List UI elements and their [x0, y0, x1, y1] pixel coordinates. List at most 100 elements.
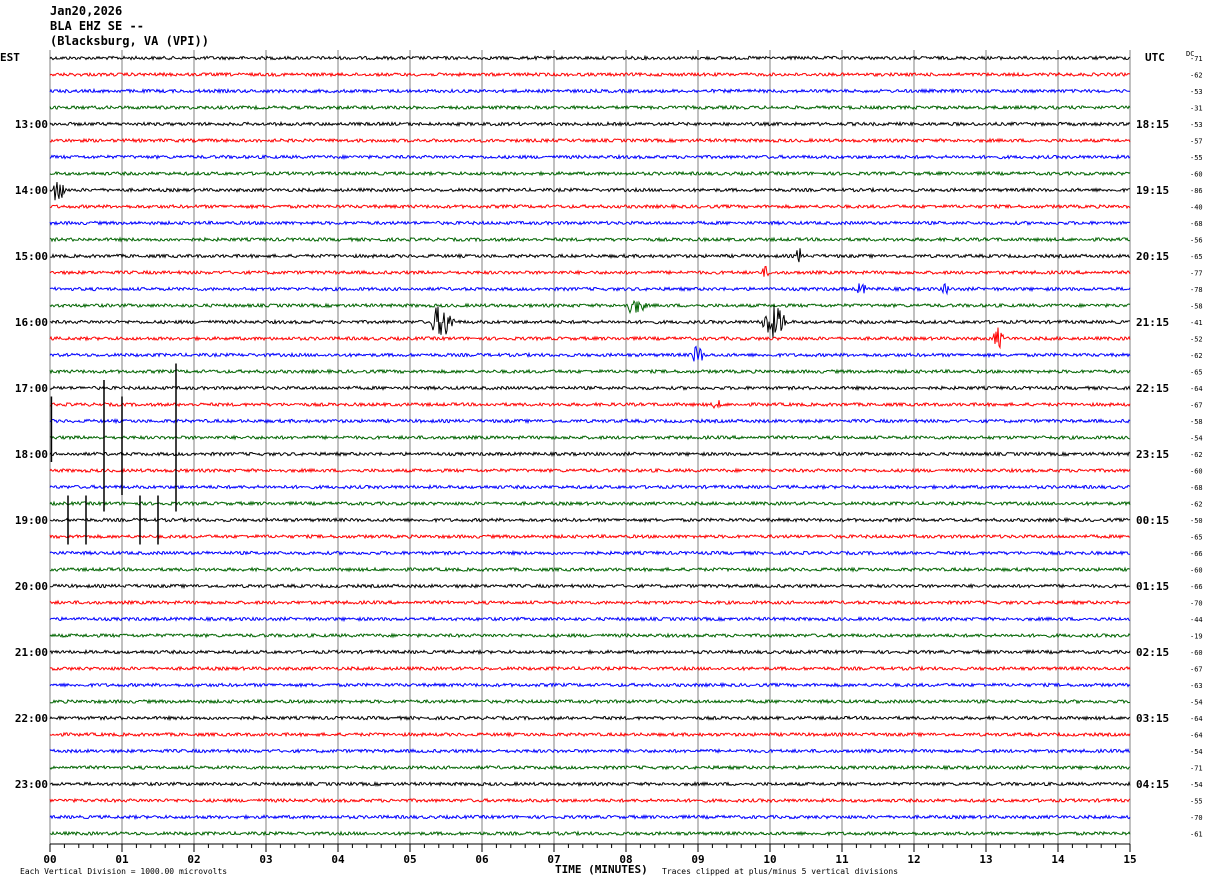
trace-row: [49, 236, 1131, 243]
dc-offset: -61: [1190, 831, 1203, 839]
dc-offset: -63: [1190, 682, 1203, 690]
seismogram-svg: 00 01 02 03 04 05 06 07 08 09 10 11 12 13 14 15-71-62-5…: [0, 50, 1203, 876]
dc-offset: -67: [1190, 666, 1203, 674]
est-time-label: 15:00: [15, 250, 48, 263]
trace-row: [49, 182, 1130, 201]
dc-offset: -40: [1190, 204, 1203, 212]
est-time-label: 14:00: [15, 184, 48, 197]
trace-row: [49, 327, 1131, 350]
dc-offset: -71: [1190, 765, 1203, 773]
trace-row: [49, 764, 1131, 771]
est-time-label: 22:00: [15, 712, 48, 725]
utc-time-label: 19:15: [1136, 184, 1169, 197]
utc-time-label: 04:15: [1136, 778, 1169, 791]
x-axis-title: TIME (MINUTES): [555, 863, 648, 876]
x-tick-label: 05: [403, 853, 416, 866]
utc-time-label: 18:15: [1136, 118, 1169, 131]
x-tick-label: 00: [43, 853, 56, 866]
dc-offset: -86: [1190, 187, 1203, 195]
x-tick-label: 15: [1123, 853, 1136, 866]
utc-time-label: 03:15: [1136, 712, 1169, 725]
dc-offset: -65: [1190, 534, 1203, 542]
x-tick-label: 11: [835, 853, 849, 866]
trace-row: [49, 203, 1131, 210]
dc-offset: -52: [1190, 336, 1203, 344]
dc-offset: -60: [1190, 468, 1203, 476]
dc-offset: -65: [1190, 369, 1203, 377]
trace-row: [49, 434, 1131, 441]
dc-offset: -66: [1190, 550, 1203, 558]
dc-offset: -44: [1190, 616, 1203, 624]
trace-row: [49, 780, 1131, 788]
trace-row: [49, 368, 1131, 375]
dc-offset: -53: [1190, 121, 1203, 129]
trace-row: [49, 698, 1131, 705]
dc-offset: -64: [1190, 385, 1203, 393]
dc-offset: -54: [1190, 699, 1203, 707]
trace-row: [49, 748, 1131, 755]
trace-row: [49, 830, 1131, 837]
x-tick-label: 04: [331, 853, 345, 866]
dc-offset: -53: [1190, 88, 1203, 96]
dc-offset: -19: [1190, 633, 1203, 641]
x-tick-label: 06: [475, 853, 489, 866]
utc-time-label: 22:15: [1136, 382, 1169, 395]
trace-row: [50, 248, 1131, 263]
dc-offset: -65: [1190, 253, 1203, 261]
dc-offset: -31: [1190, 105, 1203, 113]
est-time-label: 13:00: [15, 118, 48, 131]
trace-row: [49, 345, 1131, 362]
dc-offset: -54: [1190, 781, 1203, 789]
dc-offset: -66: [1190, 583, 1203, 591]
dc-offset: -62: [1190, 352, 1203, 360]
utc-time-label: 20:15: [1136, 250, 1169, 263]
utc-time-label: 21:15: [1136, 316, 1169, 329]
est-time-label: 20:00: [15, 580, 48, 593]
dc-offset: -60: [1190, 567, 1203, 575]
trace-row: [49, 615, 1131, 623]
x-tick-label: 10: [763, 853, 776, 866]
trace-row: [49, 219, 1131, 226]
utc-time-label: 00:15: [1136, 514, 1169, 527]
dc-offset: -70: [1190, 600, 1203, 608]
dc-offset: -54: [1190, 435, 1203, 443]
utc-axis-label: UTC: [1145, 51, 1165, 64]
est-time-label: 16:00: [15, 316, 48, 329]
dc-offset: -62: [1190, 451, 1203, 459]
x-tick-label: 14: [1051, 853, 1065, 866]
dc-offset: -55: [1190, 798, 1203, 806]
trace-row: [49, 566, 1131, 573]
trace-row: [49, 417, 1131, 425]
dc-offset: -64: [1190, 715, 1203, 723]
trace-row: [49, 483, 1131, 491]
utc-time-label: 23:15: [1136, 448, 1169, 461]
trace-row: [49, 299, 1131, 315]
est-time-label: 17:00: [15, 382, 48, 395]
dc-offset: -78: [1190, 286, 1203, 294]
trace-row: [49, 137, 1131, 144]
dc-offset: -68: [1190, 484, 1203, 492]
dc-offset: -70: [1190, 814, 1203, 822]
clipping-note: Traces clipped at plus/minus 5 vertical …: [662, 867, 898, 876]
dc-offset: -77: [1190, 270, 1203, 278]
trace-row: [49, 467, 1131, 474]
helicorder-plot: Jan20,2026 BLA EHZ SE -- (Blacksburg, VA…: [0, 0, 1210, 886]
trace-row: [49, 305, 1131, 339]
dc-offset: -60: [1190, 649, 1203, 657]
trace-row: [49, 120, 1131, 128]
x-tick-label: 01: [115, 853, 129, 866]
trace-row: [49, 665, 1131, 672]
est-time-label: 19:00: [15, 514, 48, 527]
trace-row: [49, 400, 1131, 409]
x-tick-label: 13: [979, 853, 992, 866]
utc-time-label: 02:15: [1136, 646, 1169, 659]
dc-label: DC: [1186, 50, 1194, 58]
trace-row: [49, 104, 1131, 111]
dc-offset: -50: [1190, 517, 1203, 525]
trace-row: [49, 599, 1131, 606]
x-tick-label: 03: [259, 853, 272, 866]
trace-row: [49, 71, 1131, 78]
trace-row: [49, 797, 1131, 804]
trace-row: [49, 500, 1131, 507]
x-tick-label: 02: [187, 853, 200, 866]
